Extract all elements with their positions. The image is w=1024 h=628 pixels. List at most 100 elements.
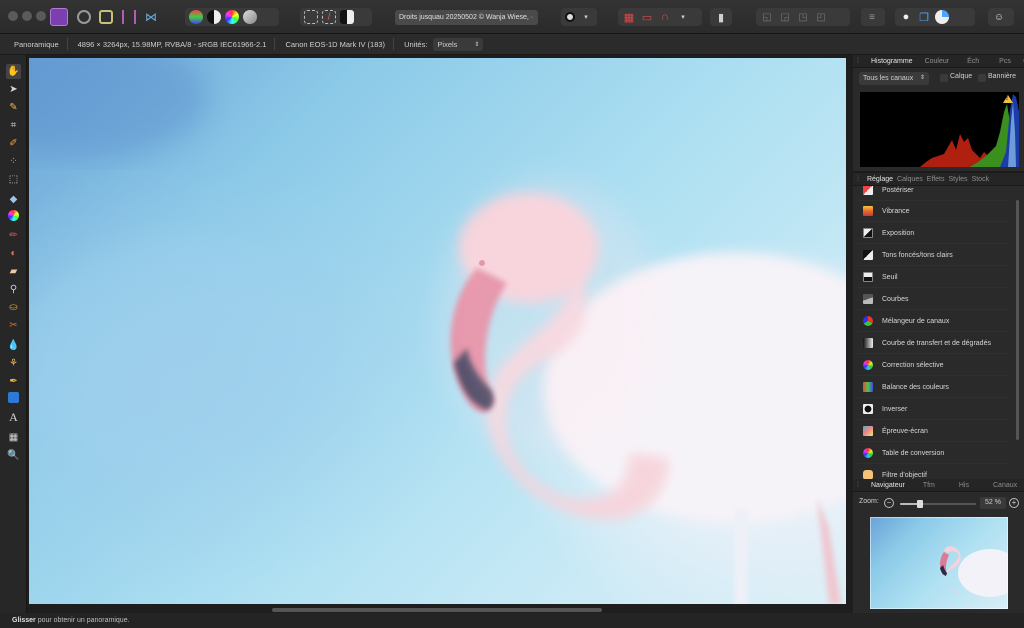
adjustment-gradient-map[interactable]: Courbe de transfert et de dégradés bbox=[858, 333, 1010, 354]
dodge-tool-icon[interactable]: ⚲ bbox=[6, 282, 21, 297]
develop-persona-icon[interactable] bbox=[99, 10, 113, 24]
horizontal-scrollbar[interactable] bbox=[272, 608, 602, 612]
arrange-front-icon[interactable]: ◰ bbox=[814, 10, 828, 24]
tab-effects[interactable]: Effets bbox=[925, 176, 947, 183]
marquee-select-icon[interactable] bbox=[304, 10, 318, 24]
tab-stock[interactable]: Stock bbox=[970, 176, 992, 183]
blur-tool-icon[interactable]: 💧 bbox=[6, 338, 21, 353]
adjustment-lut[interactable]: Table de conversion bbox=[858, 443, 1010, 464]
zoom-tool-icon[interactable]: 🔍 bbox=[6, 448, 21, 463]
adjustment-shadows-highlights[interactable]: Tons foncés/tons clairs bbox=[858, 245, 1010, 266]
document-canvas[interactable] bbox=[29, 58, 846, 604]
navigator-preview[interactable] bbox=[870, 517, 1008, 609]
selection-brush-icon[interactable]: ✐ bbox=[6, 136, 21, 151]
tab-histogram[interactable]: Histogramme bbox=[865, 58, 919, 65]
zoom-in-icon[interactable]: + bbox=[1009, 498, 1019, 508]
zoom-window-button[interactable] bbox=[36, 11, 46, 21]
viewport-rectangle[interactable] bbox=[870, 517, 1008, 609]
quick-mask-icon[interactable] bbox=[565, 12, 575, 22]
color-wheel-quick-icon[interactable] bbox=[225, 10, 239, 24]
zoom-out-icon[interactable]: − bbox=[884, 498, 894, 508]
arrange-backward-icon[interactable]: ◲ bbox=[778, 10, 792, 24]
adjustment-curves[interactable]: Courbes bbox=[858, 289, 1010, 310]
arrange-back-icon[interactable]: ◱ bbox=[760, 10, 774, 24]
paint-brush-icon[interactable]: ✏ bbox=[6, 228, 21, 243]
adjustments-scrollbar[interactable] bbox=[1016, 200, 1019, 440]
pen-tool-icon[interactable]: ✒ bbox=[6, 374, 21, 389]
channel-select[interactable]: Tous les canaux ⇕ bbox=[859, 72, 929, 85]
levels-quick-icon[interactable] bbox=[189, 10, 203, 24]
move-tool-icon[interactable]: ➤ bbox=[6, 82, 21, 97]
adjustment-posterize[interactable]: Postériser bbox=[858, 186, 1010, 201]
deselect-icon[interactable]: / bbox=[322, 10, 336, 24]
tab-layers[interactable]: Calques bbox=[895, 176, 925, 183]
color-picker-icon[interactable]: ✎ bbox=[6, 100, 21, 115]
zoom-slider-thumb[interactable] bbox=[916, 500, 923, 508]
channel-mixer-icon bbox=[863, 316, 873, 326]
gradient-tool-icon[interactable] bbox=[8, 210, 19, 221]
divider bbox=[66, 38, 68, 50]
blemish-icon[interactable]: ✂ bbox=[6, 318, 21, 333]
pie-icon[interactable] bbox=[935, 10, 949, 24]
align-icon[interactable]: ≡ bbox=[865, 10, 879, 24]
crop-tool-icon[interactable]: ⌗ bbox=[6, 118, 21, 133]
mesh-warp-icon[interactable]: ⚘ bbox=[6, 356, 21, 371]
white-balance-quick-icon[interactable] bbox=[243, 10, 257, 24]
text-tool-icon[interactable]: A bbox=[6, 410, 21, 425]
tab-color[interactable]: Couleur bbox=[919, 58, 956, 65]
tab-history[interactable]: His bbox=[941, 482, 975, 489]
chevron-down-icon[interactable]: ▾ bbox=[676, 10, 690, 24]
document-title-field[interactable]: Droits jusquau 20250502 © Wanja Wiese, · bbox=[395, 10, 538, 25]
mesh-icon[interactable]: ▦ bbox=[6, 430, 21, 445]
canvas-area[interactable] bbox=[27, 55, 853, 613]
tab-navigator[interactable]: Navigateur bbox=[865, 482, 911, 489]
color-replacement-icon[interactable]: ◐ bbox=[6, 246, 21, 261]
adjustment-vibrance[interactable]: Vibrance bbox=[858, 201, 1010, 222]
bw-quick-icon[interactable] bbox=[207, 10, 221, 24]
tab-channels[interactable]: Canaux bbox=[975, 482, 1023, 489]
assistant-icon[interactable]: ▮ bbox=[714, 10, 728, 24]
banner-checkbox[interactable] bbox=[978, 74, 986, 82]
tab-adjustments[interactable]: Réglage bbox=[865, 176, 895, 183]
grid-toggle-icon[interactable]: ▭ bbox=[640, 10, 654, 24]
chat-bubble-icon[interactable]: ● bbox=[899, 10, 913, 24]
flood-fill-icon[interactable]: ◆ bbox=[6, 192, 21, 207]
chevron-down-icon[interactable]: ▾ bbox=[579, 10, 593, 24]
photo-persona-icon[interactable] bbox=[50, 8, 68, 26]
eraser-icon[interactable]: ▰ bbox=[6, 264, 21, 279]
layer-checkbox[interactable] bbox=[940, 74, 948, 82]
copy-layers-icon[interactable]: ❐ bbox=[917, 10, 931, 24]
adjustment-threshold[interactable]: Seuil bbox=[858, 267, 1010, 288]
tab-transform[interactable]: Tfm bbox=[911, 482, 941, 489]
zoom-value-field[interactable]: 52 % bbox=[980, 497, 1006, 509]
minimize-window-button[interactable] bbox=[22, 11, 32, 21]
adjustment-selective-color[interactable]: Correction sélective bbox=[858, 355, 1010, 376]
marquee-tool-icon[interactable]: ⬚ bbox=[6, 172, 21, 187]
liquify-persona-icon[interactable] bbox=[77, 10, 91, 24]
clone-brush-icon[interactable]: ⛀ bbox=[6, 300, 21, 315]
shape-tool-icon[interactable] bbox=[8, 392, 19, 403]
adjustment-invert[interactable]: Inverser bbox=[858, 399, 1010, 420]
units-select[interactable]: Pixels ⇕ bbox=[433, 37, 484, 51]
adjustment-color-balance[interactable]: Balance des couleurs bbox=[858, 377, 1010, 398]
tone-mapping-persona-icon[interactable] bbox=[122, 10, 136, 24]
panel-menu-icon[interactable]: ≡ bbox=[1017, 58, 1024, 65]
arrange-forward-icon[interactable]: ◳ bbox=[796, 10, 810, 24]
adjustment-channel-mixer[interactable]: Mélangeur de canaux bbox=[858, 311, 1010, 332]
grid-icon[interactable]: ▦ bbox=[622, 10, 636, 24]
tab-brushes[interactable]: Pcs bbox=[985, 58, 1017, 65]
invert-selection-icon[interactable] bbox=[340, 10, 354, 24]
user-icon[interactable]: ☺ bbox=[992, 10, 1006, 24]
adjustment-lens-filter[interactable]: Filtre d'objectif bbox=[858, 465, 1010, 479]
tab-styles[interactable]: Styles bbox=[947, 176, 970, 183]
adjustment-soft-proof[interactable]: Épreuve-écran bbox=[858, 421, 1010, 442]
flood-select-icon[interactable]: ⁘ bbox=[6, 154, 21, 169]
gradient-map-icon bbox=[863, 338, 873, 348]
hand-tool-icon[interactable]: ✋ bbox=[6, 64, 21, 79]
tab-swatches[interactable]: Éch bbox=[955, 58, 985, 65]
export-persona-icon[interactable]: ⋈ bbox=[145, 10, 159, 24]
zoom-slider[interactable] bbox=[900, 500, 976, 508]
close-window-button[interactable] bbox=[8, 11, 18, 21]
snapping-magnet-icon[interactable]: ∩ bbox=[658, 10, 672, 24]
adjustment-exposure[interactable]: Exposition bbox=[858, 223, 1010, 244]
